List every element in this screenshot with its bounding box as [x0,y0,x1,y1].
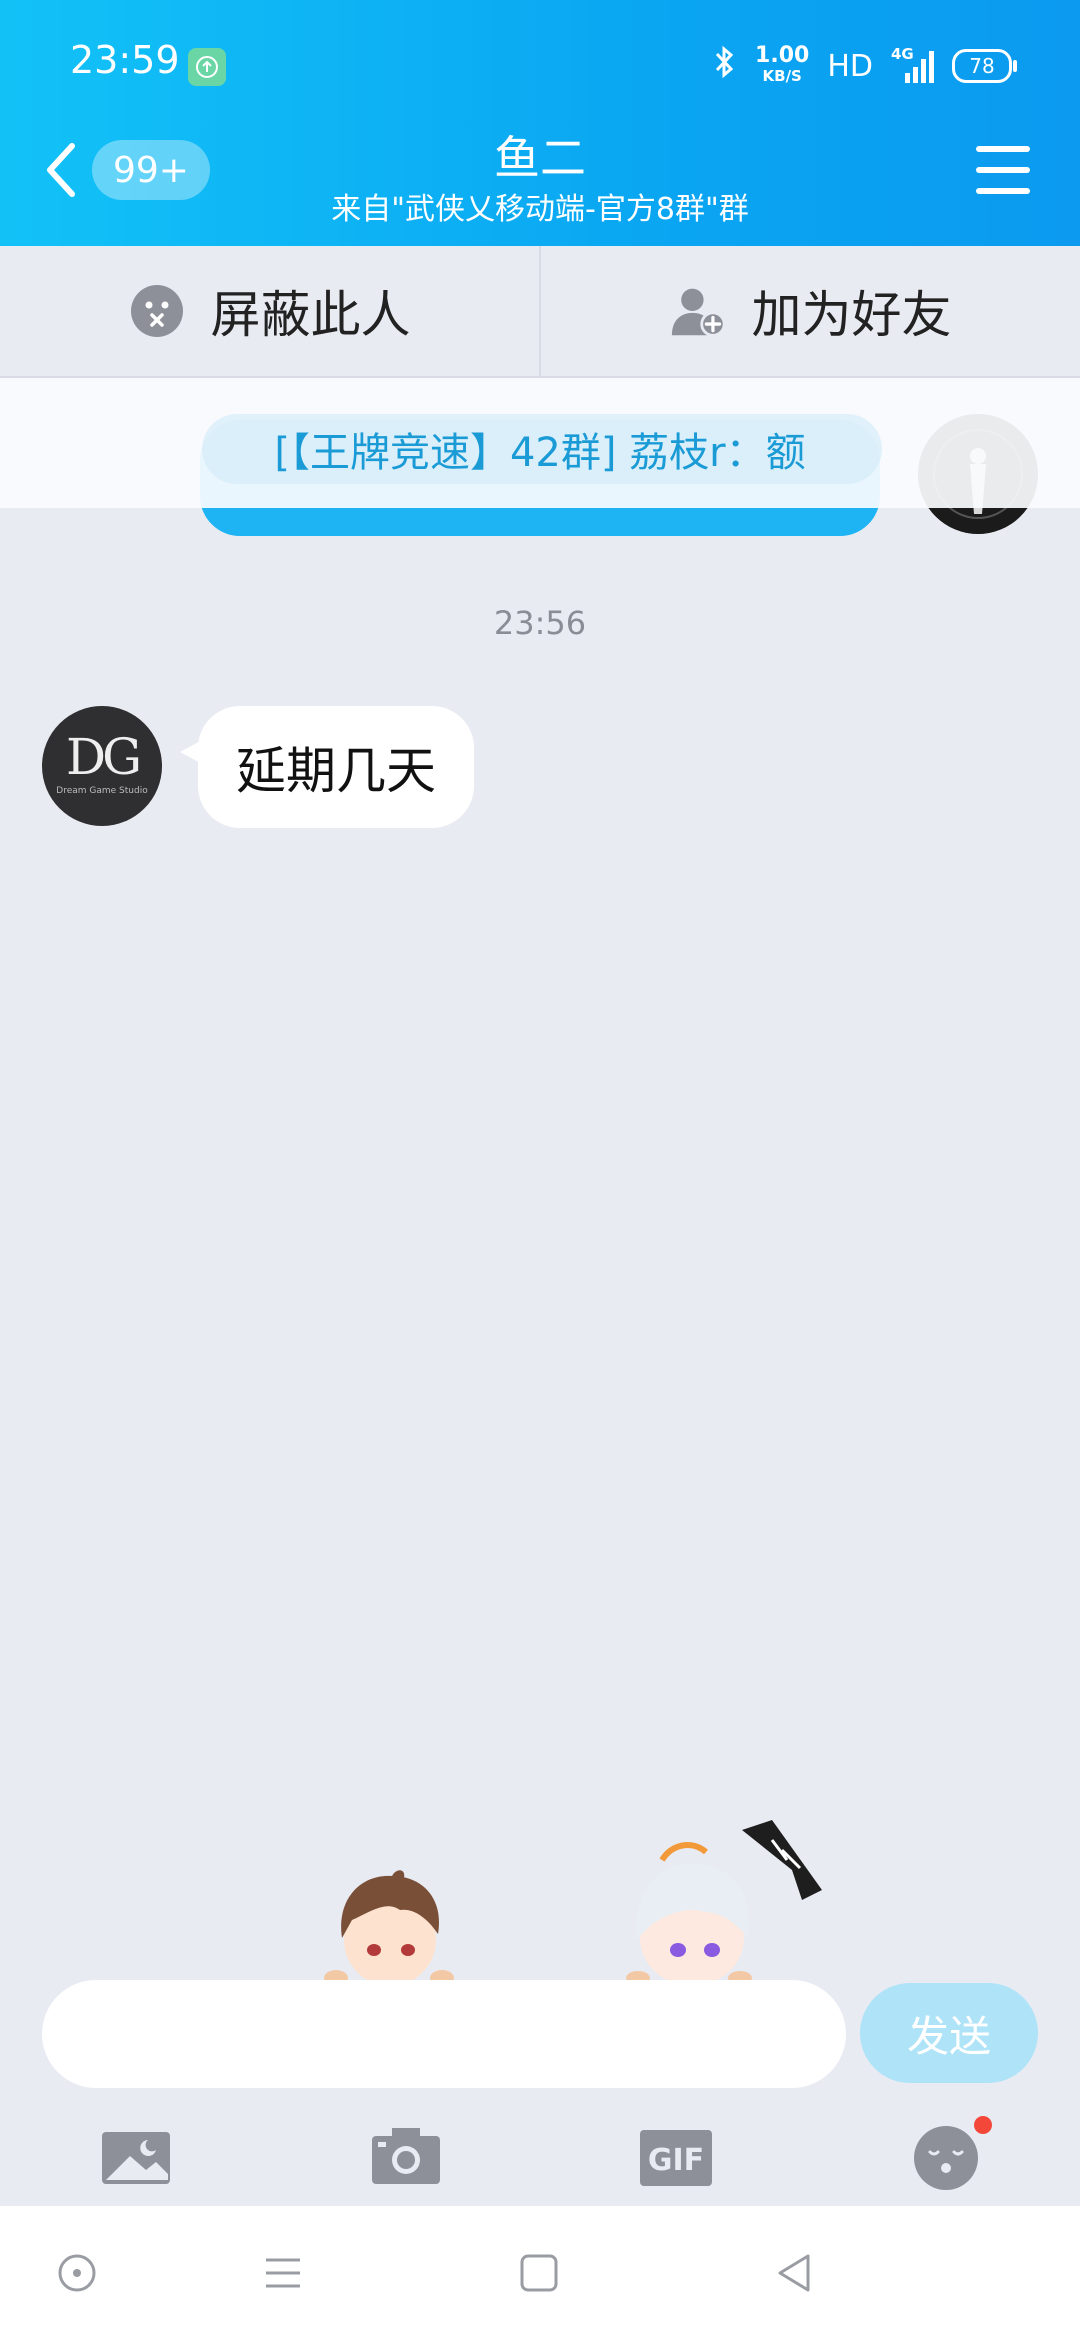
home-circle-icon [58,2254,96,2292]
recents-lines-icon [266,2258,300,2288]
upload-notification-icon [188,48,226,86]
hd-label: HD [827,48,873,84]
new-emoji-dot [974,2116,992,2134]
emoji-button[interactable] [906,2116,992,2198]
back-triangle-icon [778,2254,810,2292]
svg-text:GIF: GIF [648,2143,704,2178]
gif-icon: GIF [640,2130,712,2186]
battery-indicator: 78 [952,49,1017,83]
menu-icon [976,146,1030,152]
send-button[interactable]: 发送 [860,1983,1038,2083]
system-navigation-bar [0,2206,1080,2340]
assistant-button[interactable] [52,2248,102,2298]
chat-title: 鱼二 [494,131,586,185]
home-button[interactable] [514,2248,564,2298]
camera-icon [372,2128,440,2184]
add-friend-button[interactable]: 加为好友 [541,246,1080,376]
image-icon [102,2132,170,2184]
network-speed: 1.00 KB/S [755,43,810,86]
message-input[interactable] [42,1980,846,2088]
camera-button[interactable] [366,2118,446,2198]
sticker-girl[interactable] [622,1820,832,1986]
sender-avatar[interactable]: DG Dream Game Studio [42,706,162,826]
notification-text: [【王牌竞速】42群] 荔枝r：额 [274,430,806,476]
block-face-icon [130,285,183,337]
add-friend-icon [671,288,726,337]
block-user-label: 屏蔽此人 [210,286,411,344]
status-right: 1.00 KB/S HD 4G 78 [713,40,1017,92]
emoji-icon [914,2126,978,2190]
system-back-button[interactable] [770,2248,820,2298]
bluetooth-icon [713,45,737,87]
composer-toolbar: GIF [0,2110,1080,2210]
block-user-button[interactable]: 屏蔽此人 [0,246,541,376]
chat-header: 23:59 1.00 KB/S HD 4G 78 99+ 鱼二 来自"武侠乂移动… [0,0,1080,246]
recents-button[interactable] [258,2248,308,2298]
chat-subtitle: 来自"武侠乂移动端-官方8群"群 [331,192,749,227]
status-time: 23:59 [70,38,180,82]
add-friend-label: 加为好友 [751,286,952,344]
stranger-action-bar: 屏蔽此人 加为好友 [0,246,1080,378]
sticker-boy[interactable] [322,1868,458,1986]
message-timestamp: 23:56 [493,604,587,642]
signal-icon: 4G [891,45,934,83]
message-notification-banner[interactable]: [【王牌竞速】42群] 荔枝r：额 [0,378,1080,508]
image-button[interactable] [96,2118,176,2198]
square-icon [520,2254,558,2292]
gif-button[interactable]: GIF [636,2118,716,2198]
menu-button[interactable] [976,146,1030,194]
message-bubble[interactable]: 延期几天 [198,706,474,828]
